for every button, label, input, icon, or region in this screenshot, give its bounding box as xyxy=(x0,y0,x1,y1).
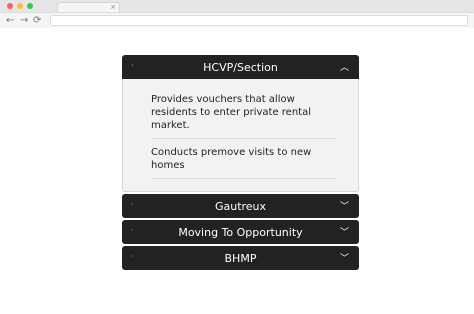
accordion-header-gautreux[interactable]: › Gautreux ﹀ xyxy=(122,194,359,218)
accordion-title: Moving To Opportunity xyxy=(178,225,303,239)
accordion-header-moving-to-opportunity[interactable]: › Moving To Opportunity ﹀ xyxy=(122,220,359,244)
chevron-right-icon: › xyxy=(131,200,134,208)
accordion-title: BHMP xyxy=(224,251,257,265)
minimize-window-icon[interactable] xyxy=(17,3,23,9)
chevron-down-icon: ﹀ xyxy=(339,202,349,212)
chevron-right-icon: › xyxy=(131,61,134,69)
list-item: Provides vouchers that allow residents t… xyxy=(151,93,336,139)
chevron-down-icon: ﹀ xyxy=(339,228,349,238)
browser-tab[interactable]: × xyxy=(57,2,120,12)
browser-chrome: × ← → ⟳ xyxy=(0,0,474,28)
reload-icon[interactable]: ⟳ xyxy=(33,14,41,27)
tab-close-icon[interactable]: × xyxy=(110,2,116,12)
list-item: Conducts premove visits to new homes xyxy=(151,146,336,179)
chevron-right-icon: › xyxy=(131,226,134,234)
window-controls xyxy=(7,3,33,9)
accordion-title: HCVP/Section xyxy=(203,60,278,74)
forward-icon[interactable]: → xyxy=(20,14,28,27)
accordion-panel-hcvp: Provides vouchers that allow residents t… xyxy=(122,79,359,192)
close-window-icon[interactable] xyxy=(7,3,13,9)
chevron-down-icon: ﹀ xyxy=(339,254,349,264)
chevron-up-icon: ︿ xyxy=(339,63,349,73)
maximize-window-icon[interactable] xyxy=(27,3,33,9)
accordion-header-hcvp[interactable]: › HCVP/Section ︿ xyxy=(122,55,359,79)
address-bar[interactable] xyxy=(50,15,468,26)
chevron-right-icon: › xyxy=(131,252,134,260)
back-icon[interactable]: ← xyxy=(6,14,14,27)
accordion: › HCVP/Section ︿ Provides vouchers that … xyxy=(122,55,359,270)
navigation-bar: ← → ⟳ xyxy=(0,12,474,28)
accordion-header-bhmp[interactable]: › BHMP ﹀ xyxy=(122,246,359,270)
accordion-title: Gautreux xyxy=(214,199,267,213)
